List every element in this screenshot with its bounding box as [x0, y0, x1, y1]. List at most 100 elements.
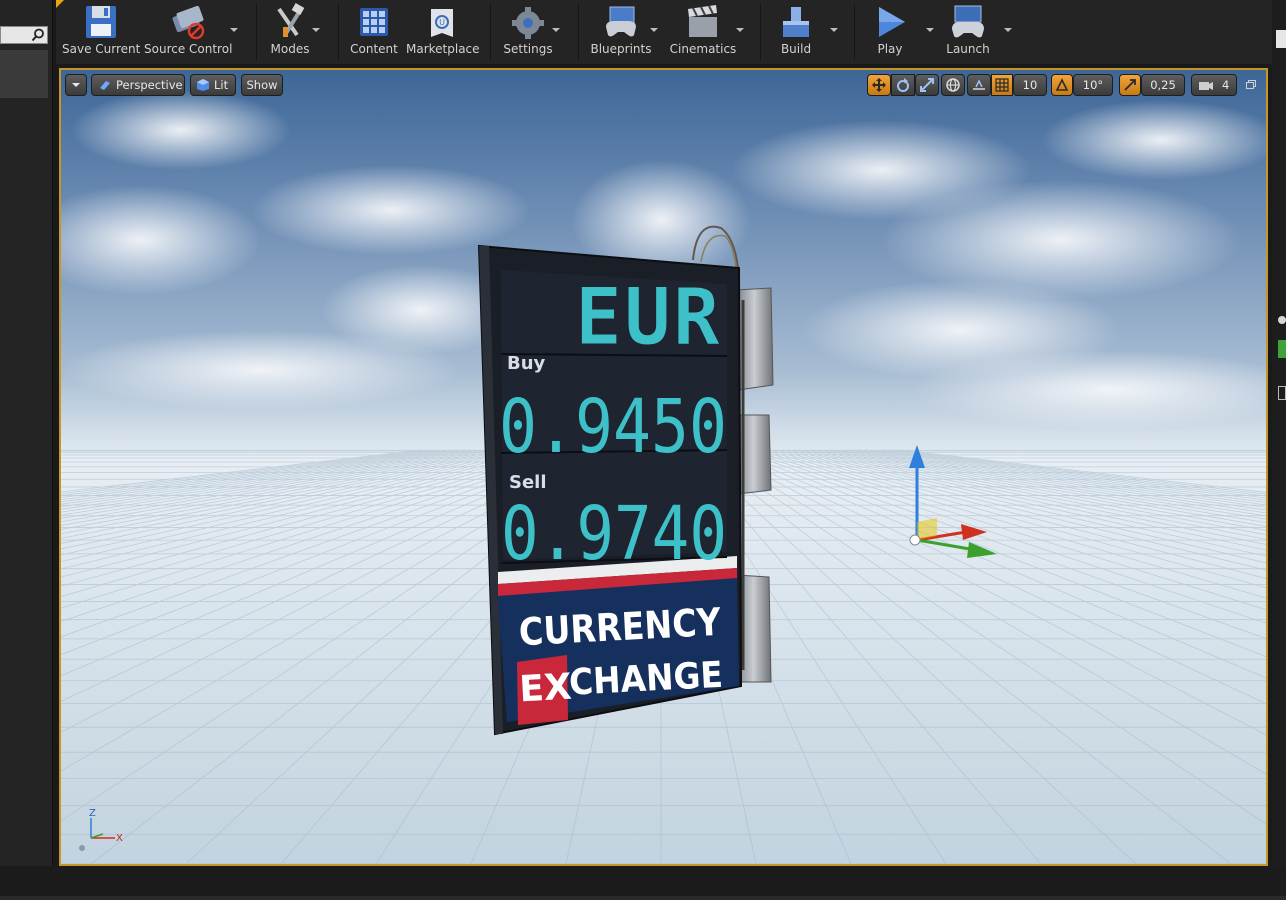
sign-currency-code: EUR	[575, 273, 722, 363]
source-control-dropdown-arrow[interactable]	[230, 28, 238, 32]
modes-dropdown-arrow[interactable]	[312, 28, 320, 32]
toolbar-separator	[338, 4, 339, 60]
toolbar-separator	[760, 4, 761, 60]
content-button[interactable]: Content	[346, 0, 402, 62]
sign-sell-value: 0.9740	[501, 491, 727, 577]
toolbar-separator	[490, 4, 491, 60]
toolbar-corner-accent	[56, 0, 64, 8]
content-label: Content	[350, 42, 398, 56]
modes-button[interactable]: Modes	[262, 0, 318, 62]
cinematics-dropdown-arrow[interactable]	[736, 28, 744, 32]
maximize-viewport-icon[interactable]	[1246, 80, 1256, 89]
source-control-button[interactable]: Source Control	[144, 0, 232, 62]
play-dropdown-arrow[interactable]	[926, 28, 934, 32]
surface-snapping-button[interactable]	[967, 74, 991, 96]
details-panel-radio[interactable]	[1278, 316, 1286, 324]
blueprints-button[interactable]: Blueprints	[586, 0, 656, 62]
sign-sell-label: Sell	[509, 472, 547, 493]
viewport-scene[interactable]: EUR Buy 0.9450 Sell 0.9740 CURRENCY EX C…	[61, 70, 1266, 864]
perspective-button[interactable]: Perspective	[91, 74, 185, 96]
rotate-icon	[897, 78, 909, 92]
play-icon	[879, 7, 905, 37]
scale-snap-value: 0,25	[1150, 78, 1176, 92]
grid-icon	[995, 78, 1009, 92]
save-current-label: Save Current	[62, 42, 141, 56]
rotation-snap-value-dropdown[interactable]: 10°	[1073, 74, 1113, 96]
floppy-disk-icon	[86, 6, 116, 38]
grid-snap-value-dropdown[interactable]: 10	[1013, 74, 1047, 96]
save-current-button[interactable]: Save Current	[62, 0, 140, 62]
rotate-mode-button[interactable]	[891, 74, 915, 96]
blueprints-label: Blueprints	[590, 42, 652, 56]
scale-snap-icon	[1124, 79, 1136, 91]
cinematics-button[interactable]: Cinematics	[668, 0, 738, 62]
play-button[interactable]: Play	[862, 0, 918, 62]
cinematics-label: Cinematics	[669, 42, 737, 56]
sign-brand-ex: EX	[518, 667, 573, 711]
perspective-label: Perspective	[116, 78, 183, 92]
world-axis-indicator: Z X	[79, 808, 123, 851]
settings-dropdown-arrow[interactable]	[552, 28, 560, 32]
world-local-toggle[interactable]	[941, 74, 965, 96]
marketplace-bag-icon: U	[431, 9, 453, 37]
lit-label: Lit	[214, 78, 229, 92]
toolbar-separator	[578, 4, 579, 60]
search-input[interactable]	[0, 26, 48, 44]
sign-buy-label: Buy	[507, 353, 546, 374]
main-toolbar: Save Current Source Control Modes Conten…	[56, 0, 1286, 64]
sign-buy-value: 0.9450	[499, 384, 727, 470]
perspective-icon	[100, 81, 110, 90]
grid-snap-toggle[interactable]	[991, 74, 1013, 96]
build-dropdown-arrow[interactable]	[830, 28, 838, 32]
camera-icon	[1199, 82, 1213, 90]
scale-snap-value-dropdown[interactable]: 0,25	[1141, 74, 1185, 96]
currency-exchange-sign[interactable]: EUR Buy 0.9450 Sell 0.9740 CURRENCY EX C…	[477, 244, 743, 736]
axis-z-label: Z	[89, 808, 96, 819]
modes-label: Modes	[270, 42, 310, 56]
launch-dropdown-arrow[interactable]	[1004, 28, 1012, 32]
lit-cube-icon	[197, 79, 209, 91]
details-panel-edge	[1272, 0, 1286, 900]
modes-tools-icon	[277, 3, 305, 37]
lit-view-mode-button[interactable]: Lit	[190, 74, 236, 96]
scale-icon	[920, 78, 934, 92]
translate-mode-button[interactable]	[867, 74, 891, 96]
launch-gamepad-icon	[952, 5, 984, 38]
rotation-snap-toggle[interactable]	[1051, 74, 1073, 96]
scale-snap-toggle[interactable]	[1119, 74, 1141, 96]
build-label: Build	[780, 42, 812, 56]
grid-snap-value: 10	[1022, 78, 1038, 92]
build-button[interactable]: Build	[768, 0, 824, 62]
viewport-options-button[interactable]	[65, 74, 87, 96]
marketplace-label: Marketplace	[406, 42, 480, 56]
show-flags-button[interactable]: Show	[241, 74, 283, 96]
svg-text:U: U	[439, 18, 445, 27]
chevron-down-icon	[72, 83, 80, 87]
bottom-status-bar	[0, 866, 1286, 900]
launch-button[interactable]: Launch	[938, 0, 998, 62]
left-panel-selected-item[interactable]	[0, 50, 48, 98]
axis-x-label: X	[116, 833, 123, 844]
sign-brand-change: CHANGE	[568, 655, 724, 704]
marketplace-button[interactable]: U Marketplace	[406, 0, 480, 62]
globe-icon	[946, 78, 960, 92]
level-viewport[interactable]: EUR Buy 0.9450 Sell 0.9740 CURRENCY EX C…	[59, 68, 1268, 866]
scale-mode-button[interactable]	[915, 74, 939, 96]
blueprints-dropdown-arrow[interactable]	[650, 28, 658, 32]
build-blocks-icon	[783, 7, 809, 37]
toolbar-separator	[854, 4, 855, 60]
toolbar-separator	[256, 4, 257, 60]
source-control-icon	[172, 5, 205, 40]
details-panel-color-swatch[interactable]	[1278, 340, 1286, 358]
search-icon[interactable]	[31, 27, 45, 43]
blueprint-gamepad-icon	[606, 6, 636, 37]
settings-button[interactable]: Settings	[498, 0, 558, 62]
source-control-label: Source Control	[144, 42, 233, 56]
status-bar-divider	[0, 896, 1286, 900]
angle-icon	[1055, 78, 1069, 91]
camera-speed-dropdown[interactable]: 4	[1191, 74, 1237, 96]
details-panel-control[interactable]	[1276, 30, 1286, 48]
camera-speed-value: 4	[1222, 78, 1230, 92]
launch-label: Launch	[946, 42, 990, 56]
details-panel-checkbox[interactable]	[1278, 386, 1286, 400]
